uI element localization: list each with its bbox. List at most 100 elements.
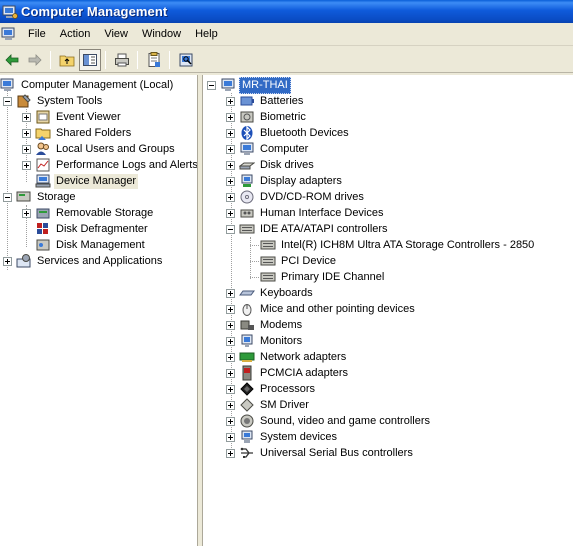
expand-toggle[interactable] <box>226 144 235 154</box>
expand-toggle[interactable] <box>226 176 235 186</box>
device-category-bluetooth[interactable]: Bluetooth Devices <box>226 125 351 141</box>
device-category-label: Universal Serial Bus controllers <box>260 446 413 459</box>
expand-toggle[interactable] <box>226 128 235 138</box>
device-category-keyboards[interactable]: Keyboards <box>226 285 315 301</box>
expand-toggle[interactable] <box>226 192 235 202</box>
device-category-label: IDE ATA/ATAPI controllers <box>260 222 388 235</box>
device-category-usb[interactable]: Universal Serial Bus controllers <box>226 445 415 461</box>
expand-toggle[interactable] <box>22 208 31 218</box>
console-tree-pane[interactable]: Computer Management (Local) System Tools… <box>0 75 198 546</box>
tree-item-system-tools[interactable]: System Tools <box>3 93 104 109</box>
performance-icon <box>35 157 51 173</box>
ide-controller-icon <box>260 237 276 253</box>
menu-view[interactable]: View <box>97 24 135 44</box>
device-category-system-devices[interactable]: System devices <box>226 429 339 445</box>
device-category-modems[interactable]: Modems <box>226 317 304 333</box>
help-button[interactable] <box>175 49 197 71</box>
expand-toggle[interactable] <box>226 352 235 362</box>
expand-toggle[interactable] <box>226 304 235 314</box>
expand-toggle[interactable] <box>226 320 235 330</box>
device-category-hid[interactable]: Human Interface Devices <box>226 205 386 221</box>
expand-toggle[interactable] <box>226 96 235 106</box>
expand-toggle[interactable] <box>226 448 235 458</box>
menu-bar: File Action View Window Help <box>0 23 573 46</box>
device-category-sm-driver[interactable]: SM Driver <box>226 397 311 413</box>
device-item-label: Primary IDE Channel <box>281 270 385 283</box>
tree-item-device-manager[interactable]: Device Manager <box>22 173 139 189</box>
computer-management-icon <box>2 4 18 20</box>
expand-toggle[interactable] <box>226 432 235 442</box>
expand-toggle[interactable] <box>226 336 235 346</box>
system-menu-icon[interactable] <box>1 26 17 42</box>
back-button[interactable] <box>1 49 23 71</box>
tree-item-label: Removable Storage <box>56 206 154 219</box>
system-device-icon <box>239 429 255 445</box>
properties-button[interactable] <box>143 49 165 71</box>
tree-item-label: Local Users and Groups <box>56 142 175 155</box>
tree-item-computer-management[interactable]: Computer Management (Local) <box>0 77 175 93</box>
device-category-batteries[interactable]: Batteries <box>226 93 305 109</box>
expand-toggle[interactable] <box>226 368 235 378</box>
expand-toggle[interactable] <box>22 160 31 170</box>
expand-toggle[interactable] <box>226 384 235 394</box>
processor-icon <box>239 381 255 397</box>
forward-button[interactable] <box>24 49 46 71</box>
title-bar[interactable]: Computer Management <box>0 0 573 23</box>
menu-action[interactable]: Action <box>53 24 98 44</box>
print-button[interactable] <box>111 49 133 71</box>
device-category-label: Keyboards <box>260 286 313 299</box>
device-category-dvd-cdrom[interactable]: DVD/CD-ROM drives <box>226 189 366 205</box>
collapse-toggle[interactable] <box>207 80 216 90</box>
expand-toggle[interactable] <box>3 256 12 266</box>
expand-toggle[interactable] <box>226 416 235 426</box>
device-category-sound-video-game[interactable]: Sound, video and game controllers <box>226 413 432 429</box>
device-category-processors[interactable]: Processors <box>226 381 317 397</box>
shared-folder-icon <box>35 125 51 141</box>
device-item-primary-ide[interactable]: Primary IDE Channel <box>260 269 386 285</box>
device-category-display-adapters[interactable]: Display adapters <box>226 173 344 189</box>
tree-item-local-users-groups[interactable]: Local Users and Groups <box>22 141 177 157</box>
collapse-toggle[interactable] <box>226 224 235 234</box>
menu-window[interactable]: Window <box>135 24 188 44</box>
device-category-biometric[interactable]: Biometric <box>226 109 308 125</box>
expand-toggle[interactable] <box>22 128 31 138</box>
tree-item-removable-storage[interactable]: Removable Storage <box>22 205 155 221</box>
device-category-network-adapters[interactable]: Network adapters <box>226 349 348 365</box>
device-category-ide-ata[interactable]: IDE ATA/ATAPI controllers <box>226 221 390 237</box>
device-item-pci-device[interactable]: PCI Device <box>260 253 338 269</box>
tree-item-shared-folders[interactable]: Shared Folders <box>22 125 133 141</box>
device-category-computer[interactable]: Computer <box>226 141 310 157</box>
menu-help[interactable]: Help <box>188 24 225 44</box>
device-item-label: Intel(R) ICH8M Ultra ATA Storage Control… <box>281 238 535 251</box>
tree-item-label: Computer Management (Local) <box>21 78 174 91</box>
device-item-intel-ich8m[interactable]: Intel(R) ICH8M Ultra ATA Storage Control… <box>260 237 536 253</box>
collapse-toggle[interactable] <box>3 96 12 106</box>
device-category-monitors[interactable]: Monitors <box>226 333 304 349</box>
tree-item-disk-defragmenter[interactable]: Disk Defragmenter <box>22 221 150 237</box>
tree-item-disk-management[interactable]: Disk Management <box>22 237 147 253</box>
tree-item-performance-logs[interactable]: Performance Logs and Alerts <box>22 157 197 173</box>
expand-toggle[interactable] <box>226 112 235 122</box>
device-category-mice[interactable]: Mice and other pointing devices <box>226 301 417 317</box>
expand-toggle[interactable] <box>226 160 235 170</box>
device-category-pcmcia[interactable]: PCMCIA adapters <box>226 365 350 381</box>
menu-file[interactable]: File <box>21 24 53 44</box>
expand-toggle[interactable] <box>226 208 235 218</box>
device-category-label: Mice and other pointing devices <box>260 302 415 315</box>
collapse-toggle[interactable] <box>3 192 12 202</box>
tree-item-label: Storage <box>37 190 76 203</box>
tree-item-services-applications[interactable]: Services and Applications <box>3 253 164 269</box>
up-one-level-button[interactable] <box>56 49 78 71</box>
device-tree-pane[interactable]: MR-THAI Batteries Biometric Bluetooth De… <box>202 75 573 546</box>
tree-item-event-viewer[interactable]: Event Viewer <box>22 109 123 125</box>
show-hide-console-tree-button[interactable] <box>79 48 101 71</box>
device-category-label: Biometric <box>260 110 306 123</box>
device-category-disk-drives[interactable]: Disk drives <box>226 157 316 173</box>
expand-toggle[interactable] <box>22 112 31 122</box>
expand-toggle[interactable] <box>226 288 235 298</box>
expand-toggle[interactable] <box>226 400 235 410</box>
expand-toggle[interactable] <box>22 144 31 154</box>
device-tree-root-label: MR-THAI <box>239 76 291 94</box>
tree-item-storage[interactable]: Storage <box>3 189 78 205</box>
device-tree-root[interactable]: MR-THAI <box>207 76 291 94</box>
